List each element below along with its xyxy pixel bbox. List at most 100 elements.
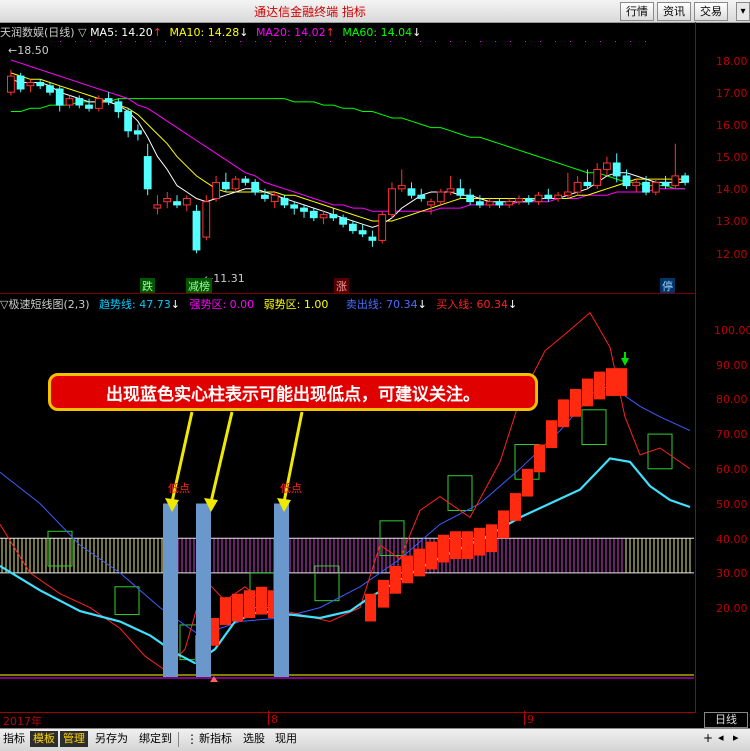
indicator-name: 极速短线图(2,3)	[8, 298, 90, 311]
candle-body	[124, 111, 132, 132]
candle-body	[339, 217, 348, 225]
bottom-toolbar: 指标 模板 管理 另存为 绑定到 ⋮ 新指标 选股 现用 + ◂ ▸	[0, 728, 750, 751]
event-marker	[540, 41, 541, 42]
event-marker	[345, 41, 346, 42]
candle-body	[524, 198, 533, 203]
momentum-block	[546, 420, 557, 448]
event-marker	[645, 41, 646, 42]
candle-body	[407, 188, 416, 196]
candle-body	[388, 188, 396, 216]
menu-toggle-icon[interactable]: ▾	[736, 2, 750, 21]
trade-button[interactable]: 交易	[694, 2, 728, 21]
indicator-axis-label: 60.00	[716, 463, 748, 476]
momentum-block	[414, 548, 425, 577]
event-marker	[135, 41, 136, 42]
candle-body	[476, 201, 484, 206]
candle-body	[544, 194, 553, 199]
badge-rise[interactable]: 涨	[334, 278, 349, 294]
price-axis-label: 14.00	[716, 183, 748, 196]
momentum-block	[450, 531, 461, 560]
toolbar-manage[interactable]: 管理	[60, 731, 88, 747]
event-marker	[165, 41, 166, 42]
event-marker	[615, 41, 616, 42]
candle-body	[85, 104, 93, 109]
candle-body	[182, 198, 191, 206]
candle-body	[202, 201, 211, 238]
toolbar-in-use[interactable]: 现用	[272, 731, 300, 747]
price-axis-label: 18.00	[716, 55, 748, 68]
candle-body	[261, 194, 269, 199]
scroll-left-icon[interactable]: ◂	[718, 731, 724, 744]
price-axis-label: 12.00	[716, 248, 748, 261]
event-marker	[180, 41, 181, 42]
toolbar-save-as[interactable]: 另存为	[92, 731, 131, 747]
candle-body	[593, 169, 602, 187]
indicator-panel[interactable]: ▽极速短线图(2,3) 趋势线: 47.73↓ 强势区: 0.00 弱势区: 1…	[0, 294, 696, 710]
candle-body	[104, 98, 113, 103]
signal-box	[47, 530, 73, 567]
candle-body	[192, 210, 201, 251]
badge-halt[interactable]: 停	[660, 278, 675, 294]
down-arrow-icon: ↓	[417, 298, 427, 311]
up-arrow-icon: ↑	[325, 26, 335, 39]
badge-fall[interactable]: 跌	[140, 278, 155, 294]
price-chart-panel[interactable]: 天润数娱(日线) ▽ MA5: 14.20↑ MA10: 14.28↓ MA20…	[0, 22, 696, 294]
event-marker	[480, 41, 481, 42]
event-marker	[285, 41, 286, 42]
candle-body	[221, 181, 230, 190]
scroll-right-icon[interactable]: ▸	[733, 731, 739, 744]
momentum-block	[365, 593, 376, 622]
indicator-axis-label: 30.00	[716, 567, 748, 580]
event-marker	[270, 41, 271, 42]
toolbar-bind-to[interactable]: 绑定到	[136, 731, 175, 747]
candle-body	[163, 198, 172, 203]
candle-body	[573, 181, 582, 193]
market-button[interactable]: 行情	[620, 2, 654, 21]
momentum-block	[510, 493, 521, 521]
candle-body	[583, 181, 592, 187]
candle-body	[368, 236, 377, 241]
price-axis-label: 15.00	[716, 151, 748, 164]
candle-body	[270, 194, 279, 203]
indicator-axis-label: 40.00	[716, 533, 748, 546]
candle-body	[534, 194, 543, 203]
indicator-header: ▽极速短线图(2,3) 趋势线: 47.73↓ 强势区: 0.00 弱势区: 1…	[0, 296, 517, 312]
ma10-legend: MA10: 14.28	[169, 26, 240, 39]
candle-body	[231, 178, 240, 190]
down-arrow-icon: ↓	[508, 298, 518, 311]
toolbar-new-indicator[interactable]: 新指标	[196, 731, 235, 747]
candle-body	[427, 201, 435, 206]
toolbar-select-stock[interactable]: 选股	[240, 731, 268, 747]
ma-toggle-icon[interactable]: ▽	[78, 26, 86, 39]
time-axis-label: 9	[527, 713, 534, 726]
badge-rank[interactable]: 减榜	[186, 278, 212, 294]
candle-body	[65, 98, 74, 106]
time-tick	[524, 711, 525, 725]
time-axis-label: 2017年	[3, 715, 42, 728]
event-marker	[450, 41, 451, 42]
add-icon[interactable]: +	[703, 731, 713, 745]
event-marker	[150, 41, 151, 42]
candle-body	[554, 194, 563, 199]
event-marker	[75, 41, 76, 42]
indicator-chart[interactable]	[0, 294, 696, 710]
price-axis-label: 17.00	[716, 87, 748, 100]
candle-body	[212, 181, 220, 199]
candle-body	[622, 175, 631, 187]
event-marker	[330, 41, 331, 42]
momentum-block	[220, 597, 231, 625]
price-chart[interactable]	[0, 22, 696, 294]
event-marker	[390, 41, 391, 42]
toolbar-indicator[interactable]: 指标	[0, 731, 28, 747]
period-selector[interactable]: 日线	[704, 712, 748, 728]
ma60-line	[10, 98, 686, 190]
buy-signal-arrow	[210, 676, 218, 682]
toolbar-template[interactable]: 模板	[30, 731, 58, 747]
momentum-block	[462, 531, 473, 560]
candle-body	[515, 198, 523, 203]
candle-body	[280, 198, 289, 206]
momentum-block	[594, 371, 605, 400]
news-button[interactable]: 资讯	[657, 2, 691, 21]
momentum-block	[616, 368, 627, 396]
event-marker	[555, 41, 556, 42]
